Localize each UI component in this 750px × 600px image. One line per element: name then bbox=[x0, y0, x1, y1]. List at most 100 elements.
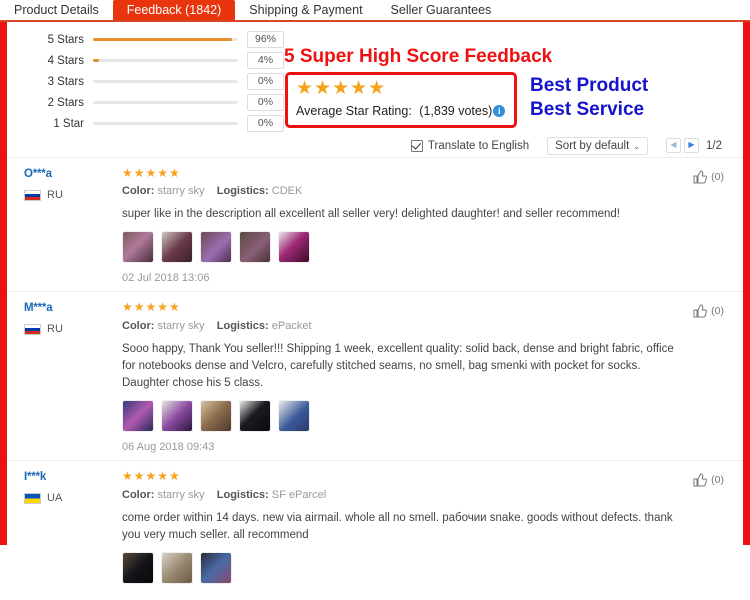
review-thumbnail[interactable] bbox=[122, 552, 154, 585]
rating-bar-track bbox=[93, 80, 238, 83]
flag-icon-ua bbox=[24, 492, 41, 504]
country-code: UA bbox=[47, 492, 63, 505]
reviewer-name[interactable]: M***a bbox=[24, 302, 120, 314]
review-thumbnail[interactable] bbox=[122, 400, 154, 433]
reviewer-info: M***a RU bbox=[24, 302, 120, 335]
review-thumbnail[interactable] bbox=[200, 231, 232, 264]
pagination: ◀ ▶ 1/2 bbox=[666, 138, 722, 153]
review-thumbnail[interactable] bbox=[239, 400, 271, 433]
prev-page-button[interactable]: ◀ bbox=[666, 138, 681, 153]
rating-row-percent: 0% bbox=[247, 73, 284, 90]
review-like-button[interactable]: (0) bbox=[693, 473, 724, 487]
reviewer-country: RU bbox=[24, 189, 120, 201]
chevron-down-icon: ⌄ bbox=[633, 141, 640, 151]
review-thumbnail[interactable] bbox=[161, 231, 193, 264]
product-tab-bar: Product Details Feedback (1842) Shipping… bbox=[0, 0, 750, 22]
tab-seller-guarantees[interactable]: Seller Guarantees bbox=[377, 0, 506, 20]
tab-label: Feedback (1842) bbox=[126, 2, 222, 17]
rating-row-5-stars[interactable]: 5 Stars 96% bbox=[34, 30, 284, 49]
tab-label: Shipping & Payment bbox=[249, 2, 363, 17]
rating-bar-track bbox=[93, 38, 238, 41]
tab-label: Product Details bbox=[14, 2, 99, 17]
review-item: O***a RU ★★★★★ Color: starry sky Logisti… bbox=[0, 158, 750, 293]
logistics-key: Logistics: bbox=[216, 488, 269, 501]
rating-bar-fill bbox=[93, 59, 99, 62]
rating-row-label: 2 Stars bbox=[47, 96, 84, 109]
annotation-best-service: Best Service bbox=[530, 98, 645, 120]
review-attributes: Color: starry sky Logistics: SF eParcel bbox=[122, 489, 690, 501]
tab-shipping-payment[interactable]: Shipping & Payment bbox=[235, 0, 376, 20]
review-text: super like in the description all excell… bbox=[122, 208, 620, 221]
review-thumbnail[interactable] bbox=[278, 231, 310, 264]
reviewer-name[interactable]: O***a bbox=[24, 168, 120, 180]
review-stars: ★★★★★ bbox=[122, 300, 181, 315]
translate-to-english-checkbox[interactable]: Translate to English bbox=[410, 139, 530, 152]
flag-icon-ru bbox=[24, 189, 41, 201]
rating-row-percent: 0% bbox=[247, 115, 284, 132]
checkbox-icon[interactable] bbox=[410, 139, 423, 152]
review-like-button[interactable]: (0) bbox=[693, 304, 724, 318]
review-text: come order within 14 days. new via airma… bbox=[122, 511, 673, 541]
color-value: starry sky bbox=[157, 488, 205, 501]
country-code: RU bbox=[47, 323, 63, 336]
review-like-button[interactable]: (0) bbox=[693, 170, 724, 184]
rating-row-4-stars[interactable]: 4 Stars 4% bbox=[34, 51, 284, 70]
rating-row-label: 3 Stars bbox=[47, 75, 84, 88]
review-attributes: Color: starry sky Logistics: ePacket bbox=[122, 320, 690, 332]
sort-label: Sort by default bbox=[555, 139, 630, 152]
tab-feedback[interactable]: Feedback (1842) bbox=[112, 0, 236, 20]
review-thumbnail[interactable] bbox=[161, 552, 193, 585]
tab-product-details[interactable]: Product Details bbox=[0, 0, 113, 20]
flag-icon-ru bbox=[24, 323, 41, 335]
annotation-headline: 5 Super High Score Feedback bbox=[284, 46, 553, 67]
annotation-best-product: Best Product bbox=[530, 75, 649, 96]
review-stars: ★★★★★ bbox=[122, 166, 181, 180]
reviewer-info: I***k UA bbox=[24, 471, 120, 504]
logistics-key: Logistics: bbox=[216, 319, 269, 332]
review-body: ★★★★★ Color: starry sky Logistics: ePack… bbox=[122, 301, 750, 453]
country-code: RU bbox=[47, 189, 63, 201]
feedback-toolbar: Translate to English Sort by default ⌄ ◀ … bbox=[0, 134, 750, 158]
translate-label: Translate to English bbox=[427, 139, 530, 152]
color-key: Color: bbox=[122, 185, 155, 198]
rating-breakdown-bars: 5 Stars 96% 4 Stars 4% 3 Stars 0% 2 Star… bbox=[34, 30, 284, 135]
rating-row-2-stars[interactable]: 2 Stars 0% bbox=[34, 93, 284, 112]
review-thumbnail[interactable] bbox=[239, 231, 271, 264]
annotation-best-slogan: Best Product Best Service bbox=[530, 74, 648, 122]
average-rating-highlight-box: ★★★★★ Average Star Rating: (1,839 votes)… bbox=[285, 72, 517, 128]
color-key: Color: bbox=[122, 488, 155, 501]
reviewer-country: UA bbox=[24, 492, 120, 504]
sort-by-dropdown[interactable]: Sort by default ⌄ bbox=[547, 136, 648, 155]
review-thumbnail[interactable] bbox=[200, 552, 232, 585]
average-rating-stars: ★★★★★ bbox=[296, 78, 387, 99]
rating-summary-section: 5 Stars 96% 4 Stars 4% 3 Stars 0% 2 Star… bbox=[0, 22, 750, 134]
next-page-button[interactable]: ▶ bbox=[684, 138, 699, 153]
review-thumbnails bbox=[122, 552, 690, 585]
rating-row-percent: 96% bbox=[247, 31, 284, 48]
logistics-value: CDEK bbox=[271, 185, 303, 198]
reviewer-country: RU bbox=[24, 323, 120, 335]
rating-bar-track bbox=[93, 59, 238, 62]
rating-row-3-stars[interactable]: 3 Stars 0% bbox=[34, 72, 284, 91]
thumbs-up-icon bbox=[693, 170, 708, 184]
average-rating-votes: (1,839 votes) bbox=[419, 104, 493, 118]
rating-row-label: 5 Stars bbox=[47, 33, 84, 46]
rating-row-1-star[interactable]: 1 Star 0% bbox=[34, 114, 284, 133]
review-thumbnail[interactable] bbox=[161, 400, 193, 433]
info-icon[interactable]: i bbox=[493, 105, 506, 117]
rating-row-percent: 0% bbox=[247, 94, 284, 111]
sort-dropdown-wrap: Sort by default ⌄ bbox=[547, 136, 648, 155]
reviewer-name[interactable]: I***k bbox=[24, 471, 120, 483]
review-thumbnail[interactable] bbox=[122, 231, 154, 264]
color-value: starry sky bbox=[157, 185, 205, 198]
review-thumbnail[interactable] bbox=[278, 400, 310, 433]
review-text: Sooo happy, Thank You seller!!! Shipping… bbox=[122, 342, 674, 390]
thumbs-up-icon bbox=[693, 473, 708, 487]
rating-bar-track bbox=[93, 122, 238, 125]
annotation-frame-right-border bbox=[743, 22, 750, 545]
average-rating-label: Average Star Rating: bbox=[296, 104, 412, 118]
review-thumbnail[interactable] bbox=[200, 400, 232, 433]
color-value: starry sky bbox=[157, 319, 205, 332]
rating-row-label: 1 Star bbox=[53, 117, 84, 130]
logistics-key: Logistics: bbox=[216, 185, 269, 198]
